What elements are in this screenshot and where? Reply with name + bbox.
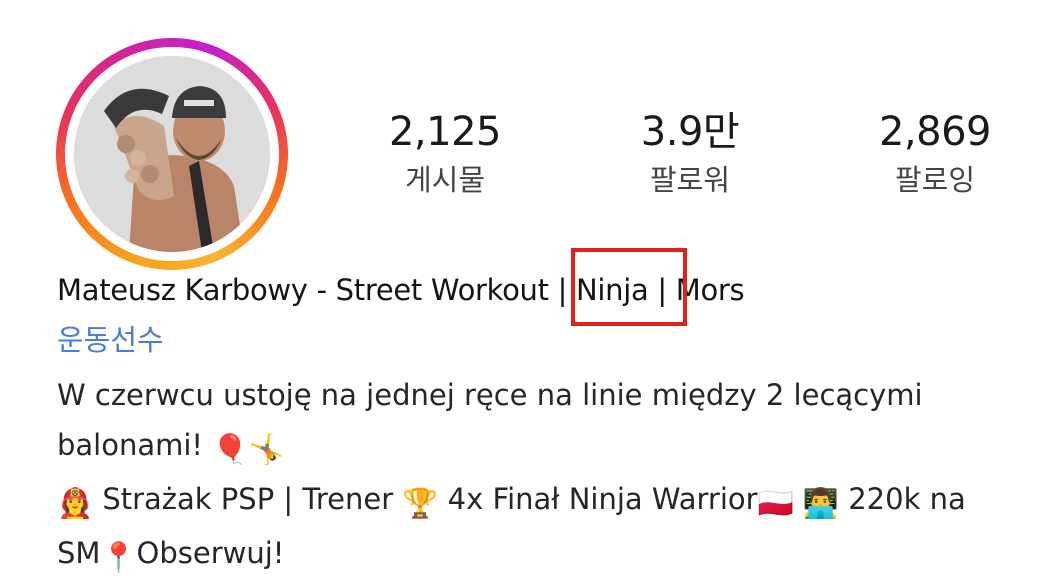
bio-line-1: W czerwcu ustoję na jednej ręce na linie… [57, 378, 923, 412]
bio: W czerwcu ustoję na jednej ręce na linie… [57, 370, 1037, 582]
following-count: 2,869 [878, 109, 992, 155]
highlight-box [571, 248, 687, 326]
profile-photo-icon [74, 56, 270, 252]
posts-label: 게시물 [404, 163, 486, 197]
avatar-ring-gap [65, 47, 279, 261]
balloon-icon: 🎈 [212, 432, 249, 466]
bio-text: Strażak PSP | Trener [102, 482, 394, 516]
technologist-icon: 👨‍💻 [802, 486, 840, 520]
pin-icon: 📍 [100, 540, 137, 574]
bio-text: SM [57, 536, 101, 570]
cartwheel-icon: 🤸 [248, 432, 285, 466]
bio-line-4: SM📍Obserwuj! [57, 528, 1037, 582]
stat-posts[interactable]: 2,125 게시물 [345, 108, 545, 200]
stat-followers[interactable]: 3.9만 팔로워 [590, 108, 790, 200]
bio-text: Obserwuj! [136, 536, 285, 570]
bio-text: 220k na [848, 482, 966, 516]
followers-count: 3.9만 [640, 109, 740, 155]
bio-line-3: 👩‍🚒 Strażak PSP | Trener 🏆 4x Finał Ninj… [57, 474, 1037, 528]
avatar[interactable] [74, 56, 270, 252]
story-ring[interactable] [56, 38, 288, 270]
stat-following[interactable]: 2,869 팔로잉 [835, 108, 1035, 200]
poland-flag-icon: 🇵🇱 [757, 486, 794, 520]
trophy-icon: 🏆 [402, 486, 439, 520]
bio-text: balonami! [57, 428, 204, 462]
bio-text: 4x Finał Ninja Warrior [447, 482, 758, 516]
firefighter-icon: 👩‍🚒 [57, 486, 94, 520]
profile-category[interactable]: 운동선수 [57, 320, 164, 360]
following-label: 팔로잉 [894, 163, 976, 197]
posts-count: 2,125 [388, 109, 502, 155]
followers-label: 팔로워 [649, 163, 731, 197]
bio-line-2: balonami! 🎈🤸 [57, 420, 1037, 474]
